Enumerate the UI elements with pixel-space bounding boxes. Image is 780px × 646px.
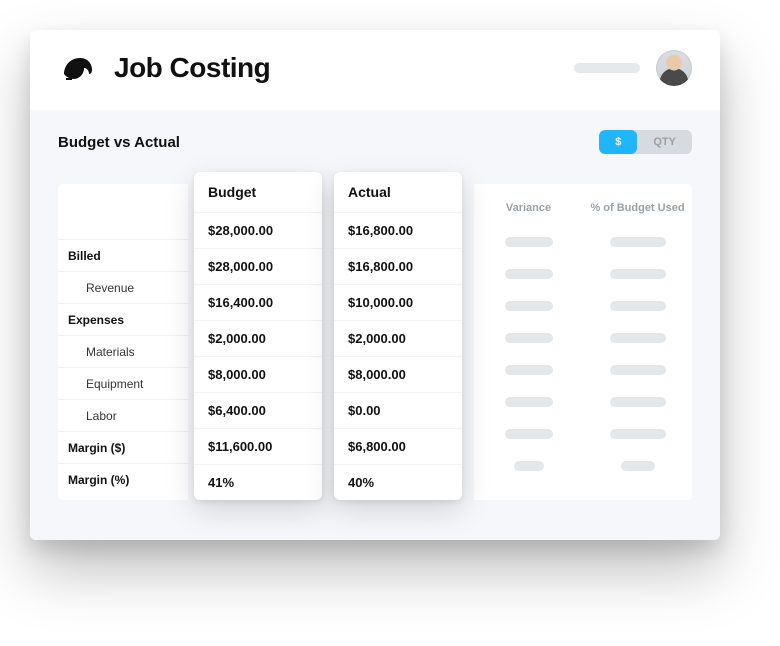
header: Job Costing <box>30 30 720 110</box>
actual-header: Actual <box>334 172 462 212</box>
pct-used-placeholder <box>583 354 692 386</box>
actual-expenses: $10,000.00 <box>334 284 462 320</box>
actual-revenue: $16,800.00 <box>334 248 462 284</box>
label-materials: Materials <box>58 336 188 368</box>
budget-margin-dollar: $11,600.00 <box>194 428 322 464</box>
actual-margin-dollar: $6,800.00 <box>334 428 462 464</box>
budget-revenue: $28,000.00 <box>194 248 322 284</box>
budget-materials: $2,000.00 <box>194 320 322 356</box>
actual-billed: $16,800.00 <box>334 212 462 248</box>
label-equipment: Equipment <box>58 368 188 400</box>
label-labor: Labor <box>58 400 188 432</box>
actual-column: Actual $16,800.00 $16,800.00 $10,000.00 … <box>334 172 462 500</box>
label-margin-pct: Margin (%) <box>58 464 188 496</box>
row-labels-column: Billed Revenue Expenses Materials Equipm… <box>58 184 188 500</box>
budget-margin-pct: 41% <box>194 464 322 500</box>
variance-placeholder <box>474 418 583 450</box>
pct-used-placeholder <box>583 322 692 354</box>
budget-billed: $28,000.00 <box>194 212 322 248</box>
pct-used-placeholder <box>583 450 692 482</box>
toggle-dollar-button[interactable]: $ <box>599 130 637 154</box>
budget-expenses: $16,400.00 <box>194 284 322 320</box>
header-placeholder <box>574 63 640 73</box>
content-body: Budget vs Actual $ QTY Billed Revenue Ex… <box>30 110 720 540</box>
budget-column: Budget $28,000.00 $28,000.00 $16,400.00 … <box>194 172 322 500</box>
pct-used-placeholder <box>583 386 692 418</box>
pct-used-header: % of Budget Used <box>583 190 692 226</box>
actual-equipment: $8,000.00 <box>334 356 462 392</box>
user-avatar[interactable] <box>656 50 692 86</box>
variance-column: Variance <box>474 184 583 500</box>
variance-placeholder <box>474 386 583 418</box>
toggle-qty-button[interactable]: QTY <box>637 130 692 154</box>
label-revenue: Revenue <box>58 272 188 304</box>
label-margin-dollar: Margin ($) <box>58 432 188 464</box>
budget-header: Budget <box>194 172 322 212</box>
right-columns: Variance % of Budget Used <box>474 184 692 500</box>
variance-placeholder <box>474 322 583 354</box>
app-card: Job Costing Budget vs Actual $ QTY Bille… <box>30 30 720 540</box>
pct-used-placeholder <box>583 290 692 322</box>
label-billed: Billed <box>58 240 188 272</box>
actual-labor: $0.00 <box>334 392 462 428</box>
section-title: Budget vs Actual <box>58 134 599 151</box>
variance-placeholder <box>474 258 583 290</box>
budget-equipment: $8,000.00 <box>194 356 322 392</box>
pct-used-placeholder <box>583 258 692 290</box>
unit-toggle: $ QTY <box>599 130 692 154</box>
cost-grid: Billed Revenue Expenses Materials Equipm… <box>58 184 692 500</box>
budget-labor: $6,400.00 <box>194 392 322 428</box>
pct-used-placeholder <box>583 418 692 450</box>
section-header: Budget vs Actual $ QTY <box>58 130 692 154</box>
variance-placeholder <box>474 226 583 258</box>
pct-used-column: % of Budget Used <box>583 184 692 500</box>
label-expenses: Expenses <box>58 304 188 336</box>
app-logo-icon <box>58 48 98 88</box>
variance-placeholder <box>474 354 583 386</box>
variance-placeholder <box>474 290 583 322</box>
pct-used-placeholder <box>583 226 692 258</box>
actual-materials: $2,000.00 <box>334 320 462 356</box>
variance-placeholder <box>474 450 583 482</box>
actual-margin-pct: 40% <box>334 464 462 500</box>
page-title: Job Costing <box>114 52 558 84</box>
variance-header: Variance <box>474 190 583 226</box>
